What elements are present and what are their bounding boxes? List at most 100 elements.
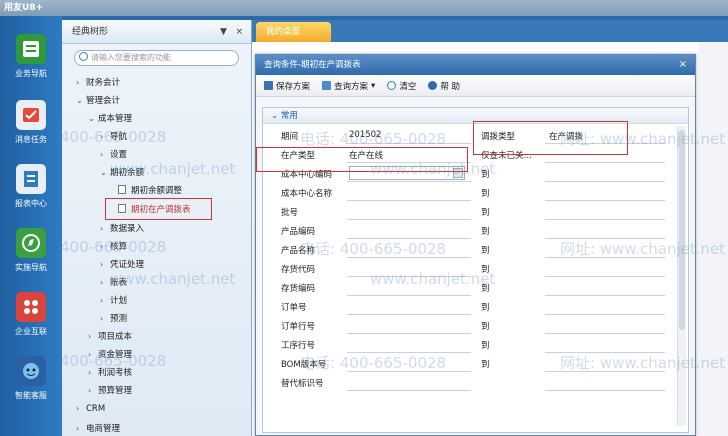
input-underline — [545, 200, 665, 201]
window-title: 用友U8+ — [0, 0, 728, 16]
tree-node-data-entry[interactable]: › 数据录入 — [100, 222, 144, 234]
tree-node-profit[interactable]: › 利润考核 — [88, 366, 132, 378]
search-input[interactable]: 请输入您要搜索的功能 — [74, 50, 239, 66]
input-underline — [347, 295, 471, 296]
query-field-row: 订单行号 到 — [263, 316, 665, 335]
tree-node-fund-mgmt[interactable]: › 资金管理 — [88, 348, 132, 360]
nav-report-center[interactable]: 报表中心 — [0, 164, 62, 209]
tree-node-ecommerce[interactable]: › 电商管理 — [76, 422, 120, 434]
query-scheme-button[interactable]: 查询方案 ▾ — [322, 80, 375, 92]
input-underline — [347, 200, 471, 201]
search-icon — [79, 52, 88, 61]
dialog-toolbar: 保存方案 查询方案 ▾ 清空 帮 助 — [256, 75, 695, 97]
tree-node-cost-mgmt[interactable]: ⌄ 成本管理 — [88, 112, 132, 124]
tree-node-plan[interactable]: › 计划 — [100, 294, 127, 306]
highlight-box — [256, 147, 468, 172]
field-to-label: 到 — [481, 227, 490, 237]
input-underline — [545, 162, 665, 163]
save-scheme-button[interactable]: 保存方案 — [264, 80, 310, 92]
field-to-label: 到 — [481, 360, 490, 370]
tree-node-budget[interactable]: › 预算管理 — [88, 384, 132, 396]
input-underline — [347, 371, 471, 372]
query-field-row: 工序行号 到 — [263, 335, 665, 354]
tree-node-voucher[interactable]: › 凭证处理 — [100, 258, 144, 270]
search-placeholder: 请输入您要搜索的功能 — [91, 53, 171, 62]
field-to-label: 到 — [481, 246, 490, 256]
tree-node-guide[interactable]: › 导航 — [100, 130, 127, 142]
business-guide-icon — [16, 34, 46, 64]
left-nav: 业务导航 消息任务 报表中心 实施导航 企业互联 智能客服 — [0, 16, 62, 436]
field-label: BOM版本号 — [281, 360, 327, 370]
input-underline — [347, 143, 471, 144]
field-label: 批号 — [281, 208, 299, 218]
input-underline — [545, 371, 665, 372]
close-icon[interactable]: × — [235, 27, 243, 37]
query-field-row: 存货代码 到 — [263, 259, 665, 278]
tree-node-accounting[interactable]: › 核算 — [100, 240, 127, 252]
clear-button[interactable]: 清空 — [387, 80, 416, 92]
input-underline — [545, 352, 665, 353]
query-field-row: 订单号 到 — [263, 297, 665, 316]
tree-node-settings[interactable]: › 设置 — [100, 148, 127, 160]
pin-icon[interactable]: ▼ — [220, 27, 227, 37]
tree-node-crm[interactable]: › CRM — [76, 404, 105, 414]
tree-node-reports[interactable]: › 账表 — [100, 276, 127, 288]
help-icon — [428, 81, 438, 90]
field-to-label: 到 — [481, 322, 490, 332]
input-underline — [545, 181, 665, 182]
field-to-label: 到 — [481, 265, 490, 275]
help-button[interactable]: 帮 助 — [428, 80, 460, 92]
field-to-label: 到 — [481, 170, 490, 180]
tree-node-finance[interactable]: › 财务会计 — [76, 76, 120, 88]
input-underline — [347, 352, 471, 353]
nav-enterprise-interconnect[interactable]: 企业互联 — [0, 292, 62, 337]
query-field-row: 替代标识号 — [263, 373, 665, 392]
nav-implementation[interactable]: 实施导航 — [0, 228, 62, 273]
field-label: 产品名称 — [281, 246, 316, 256]
query-field-row: 存货编码 到 — [263, 278, 665, 297]
input-underline — [347, 181, 471, 182]
input-underline — [347, 333, 471, 334]
tree-node-project-cost[interactable]: › 项目成本 — [88, 330, 132, 342]
nav-label: 报表中心 — [15, 199, 47, 208]
tree-node-balance-adjust[interactable]: 期初余额调整 — [118, 184, 182, 196]
tree-node-mgmt-accounting[interactable]: ⌄ 管理会计 — [76, 94, 120, 106]
input-underline — [545, 314, 665, 315]
input-underline — [347, 314, 471, 315]
interconnect-icon — [16, 292, 46, 322]
tree-node-opening-balance[interactable]: ⌄ 期初余额 — [100, 166, 144, 178]
chevron-down-icon: ▾ — [371, 80, 376, 91]
field-value-input[interactable]: 201502 — [349, 130, 381, 140]
close-icon[interactable]: × — [679, 55, 687, 75]
input-underline — [545, 219, 665, 220]
right-panel-edge — [698, 42, 728, 436]
compass-icon — [16, 228, 46, 258]
field-to-label: 到 — [481, 341, 490, 351]
service-robot-icon — [16, 356, 46, 386]
scrollbar[interactable] — [677, 126, 686, 426]
field-to-label: 到 — [481, 208, 490, 218]
query-dialog: 查询条件-期初在产调拨表 × 保存方案 查询方案 ▾ 清空 帮 助 ⌄ 常用 期间… — [255, 54, 696, 436]
doc-icon — [118, 185, 126, 194]
tab-my-desktop[interactable]: 我的桌面 — [256, 22, 331, 42]
query-field-row: 产品编码 到 — [263, 221, 665, 240]
nav-label: 实施导航 — [15, 263, 47, 272]
tab-bar: 我的桌面 — [252, 20, 728, 42]
input-underline — [545, 295, 665, 296]
chevron-down-icon: ⌄ — [271, 111, 281, 121]
nav-messages[interactable]: 消息任务 — [0, 100, 62, 145]
menu-tree-panel: 经典树形 ▼ × 请输入您要搜索的功能 › 财务会计 ⌄ 管理会计 ⌄ 成本管理 › 导… — [62, 20, 252, 436]
dialog-title-bar: 查询条件-期初在产调拨表 × — [256, 55, 695, 75]
highlight-box — [105, 198, 212, 220]
input-underline — [347, 390, 471, 391]
input-underline — [545, 238, 665, 239]
input-underline — [347, 257, 471, 258]
query-field-row: BOM版本号 到 — [263, 354, 665, 373]
tree-title: 经典树形 — [72, 27, 109, 37]
scroll-thumb[interactable] — [679, 130, 685, 330]
tree-node-forecast[interactable]: › 预测 — [100, 312, 127, 324]
nav-business-guide[interactable]: 业务导航 — [0, 34, 62, 79]
nav-smart-service[interactable]: 智能客服 — [0, 356, 62, 401]
field-label: 工序行号 — [281, 341, 316, 351]
highlight-box — [473, 121, 628, 155]
